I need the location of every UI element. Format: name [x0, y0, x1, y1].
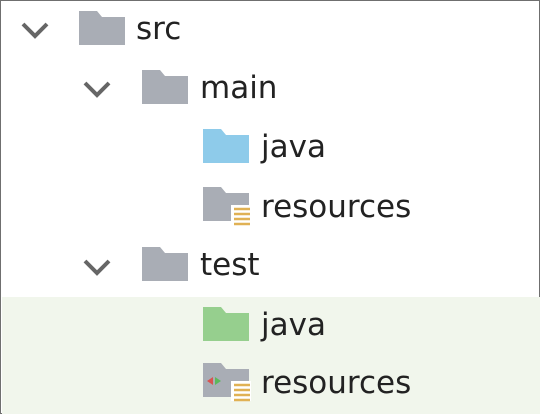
tree-node-src[interactable]: src: [1, 1, 540, 57]
tree-node-label: main: [200, 70, 278, 106]
chevron-down-icon[interactable]: [17, 18, 53, 44]
test-source-folder-icon: [203, 307, 249, 341]
tree-node-test[interactable]: test: [1, 237, 540, 293]
tree-node-main[interactable]: main: [1, 59, 540, 115]
tree-node-label: src: [136, 11, 182, 47]
folder-icon: [79, 11, 125, 45]
tree-node-label: java: [261, 307, 326, 343]
tree-node-label: resources: [261, 189, 412, 225]
tree-node-label: resources: [261, 365, 412, 401]
tree-node-label: java: [261, 129, 326, 165]
test-resources-folder-icon: [203, 363, 251, 402]
folder-icon: [142, 70, 188, 104]
chevron-down-icon[interactable]: [79, 255, 115, 281]
tree-node-main-java[interactable]: java: [1, 119, 540, 175]
project-tree: src main java resources test java resour…: [0, 0, 540, 414]
tree-node-main-resources[interactable]: resources: [1, 179, 540, 235]
source-folder-icon: [203, 129, 249, 163]
tree-node-test-resources[interactable]: resources: [1, 355, 540, 411]
folder-icon: [142, 247, 188, 281]
tree-node-label: test: [200, 247, 260, 283]
chevron-down-icon[interactable]: [79, 77, 115, 103]
resources-folder-icon: [203, 187, 251, 226]
tree-node-test-java[interactable]: java: [1, 297, 540, 353]
